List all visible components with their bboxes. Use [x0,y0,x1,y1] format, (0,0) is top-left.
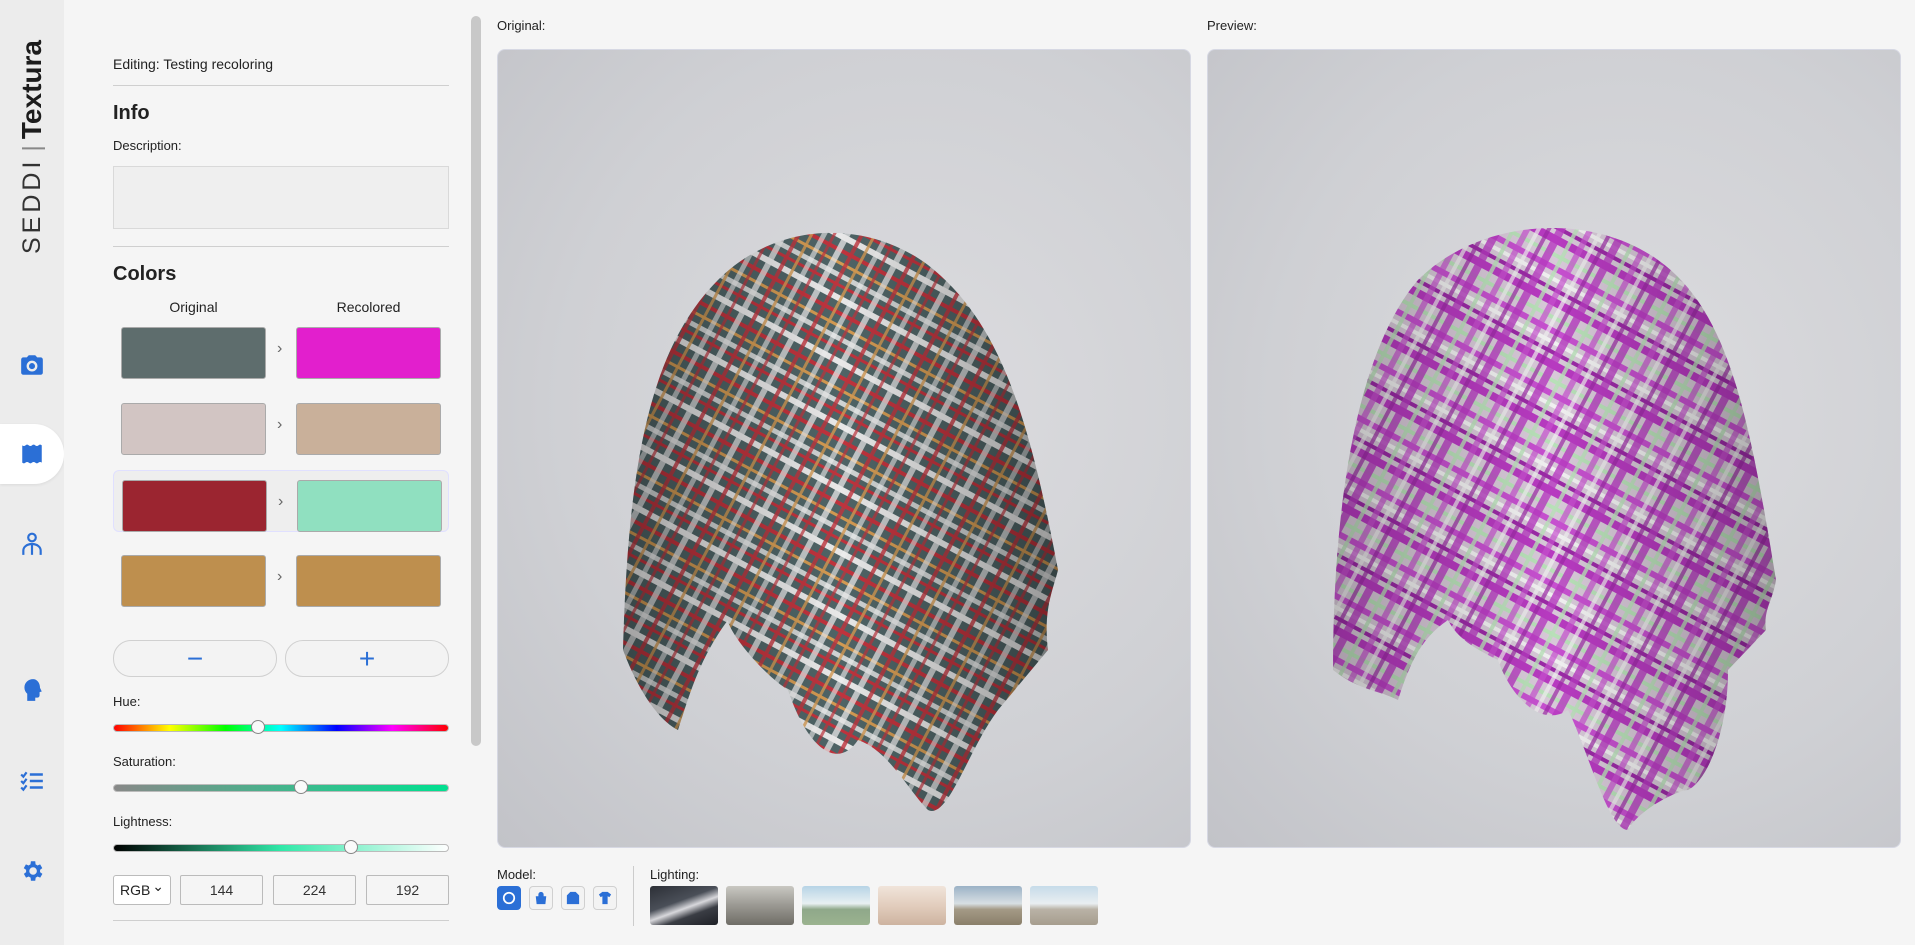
recolored-column-header: Recolored [336,299,401,315]
lightness-label: Lightness: [113,814,173,829]
hue-label: Hue: [113,694,141,709]
original-color-swatch[interactable] [121,403,266,455]
info-heading: Info [113,102,150,124]
checklist-icon [20,771,43,792]
color-pair-row[interactable]: › [113,394,449,456]
lighting-label: Lighting: [650,867,700,882]
brand-logo: SEDDI | Textura [14,40,50,254]
add-color-button[interactable]: + [285,640,449,677]
avatar-icon [22,532,42,555]
colors-heading: Colors [113,263,177,285]
original-color-swatch[interactable] [121,555,266,607]
lighting-indoor-hall[interactable] [726,886,794,925]
chevron-right-icon: › [277,340,283,357]
brand-prefix: SEDDI [17,157,46,254]
sphere-icon [502,891,516,905]
recolored-color-swatch[interactable] [297,480,442,532]
original-color-swatch[interactable] [121,327,266,379]
red-input[interactable]: 144 [180,875,263,905]
color-pair-row[interactable]: › [113,318,449,380]
nav-fabric[interactable] [0,424,64,484]
model-bag-button[interactable] [529,886,553,910]
hue-slider[interactable] [113,720,449,734]
lighting-desert[interactable] [954,886,1022,925]
lightness-slider-handle[interactable] [344,840,359,854]
original-color-swatch[interactable] [122,480,267,532]
recolored-color-swatch[interactable] [296,327,441,379]
nav-avatar[interactable] [0,514,64,574]
nav-settings[interactable] [0,841,64,901]
remove-color-button[interactable]: − [113,640,277,677]
chevron-right-icon: › [277,568,283,585]
chevron-right-icon: › [278,493,284,510]
model-sphere-button[interactable] [497,886,521,910]
divider [113,920,449,921]
description-label: Description: [113,138,182,153]
lighting-outdoor-sky[interactable] [802,886,870,925]
saturation-slider-handle[interactable] [294,780,309,794]
gear-icon [23,861,43,881]
editing-title: Editing: Testing recoloring [113,56,274,72]
hue-slider-handle[interactable] [250,720,265,734]
head-icon [24,679,42,701]
brand-separator: | [17,145,46,152]
jacket-icon [566,891,580,905]
nav-rail: SEDDI | Textura [0,0,64,945]
original-fabric-render [623,232,1058,811]
original-3d-viewport[interactable] [497,49,1191,848]
model-jacket-button[interactable] [561,886,585,910]
color-pair-row[interactable]: › [113,470,449,532]
preview-view-label: Preview: [1207,18,1257,33]
lighting-studio-dark[interactable] [650,886,718,925]
chevron-right-icon: › [277,416,283,433]
nav-head[interactable] [0,660,64,720]
color-pair-row[interactable]: › [113,546,449,608]
original-column-header: Original [169,299,218,315]
sidebar-scrollbar[interactable] [471,16,481,746]
bag-icon [535,891,547,905]
color-mode-select[interactable]: RGB [113,872,171,905]
saturation-slider[interactable] [113,780,449,794]
lighting-beach[interactable] [1030,886,1098,925]
model-label: Model: [497,867,537,882]
divider [633,866,634,926]
saturation-label: Saturation: [113,754,176,769]
green-input[interactable]: 224 [273,875,356,905]
lightness-slider[interactable] [113,840,449,854]
preview-3d-viewport[interactable] [1207,49,1901,848]
recolored-color-swatch[interactable] [296,403,441,455]
camera-icon [21,355,43,375]
editor-sidebar: Editing: Testing recoloring Info Descrip… [64,0,484,945]
original-view-label: Original: [497,18,546,33]
blue-input[interactable]: 192 [366,875,449,905]
tshirt-icon [598,891,612,905]
brand-name: Textura [16,40,47,140]
description-input[interactable] [113,166,449,229]
recolored-color-swatch[interactable] [296,555,441,607]
lighting-warm-room[interactable] [878,886,946,925]
model-tshirt-button[interactable] [593,886,617,910]
nav-camera[interactable] [0,335,64,395]
fabric-icon [22,444,42,464]
divider [113,85,449,86]
nav-checklist[interactable] [0,751,64,811]
preview-fabric-render [1333,227,1776,831]
divider [113,246,449,247]
color-value-row: RGB 144 224 192 [113,872,449,905]
